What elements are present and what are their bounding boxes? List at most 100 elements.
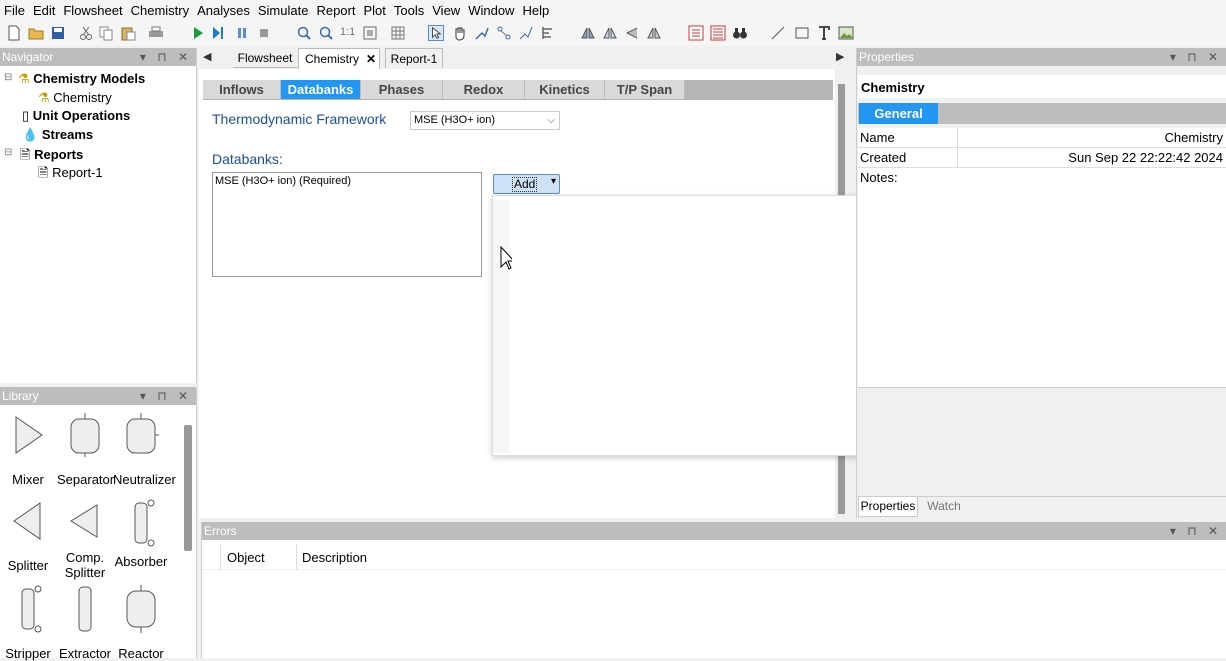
library-item-mixer[interactable]: Mixer xyxy=(0,413,56,487)
column-description[interactable]: Description xyxy=(302,550,367,565)
select-pointer-icon[interactable] xyxy=(428,25,444,41)
new-file-icon[interactable] xyxy=(6,25,22,41)
dropdown-gutter xyxy=(493,200,509,453)
subtab-tp-span[interactable]: T/P Span xyxy=(605,80,685,99)
run-icon[interactable] xyxy=(190,25,206,41)
zoom-actual-button[interactable]: 1:1 xyxy=(340,26,355,38)
menu-tools[interactable]: Tools xyxy=(390,0,428,22)
pane-controls[interactable]: ▾ ⊓ ✕ xyxy=(1170,48,1222,66)
bottom-tab-watch[interactable]: Watch xyxy=(922,497,966,517)
collapse-toggle[interactable]: ⊟ xyxy=(4,147,12,158)
library-item-splitter[interactable]: Splitter xyxy=(0,499,56,573)
library-item-comp-splitter[interactable]: Comp. Splitter xyxy=(57,499,113,580)
subtab-databanks[interactable]: Databanks xyxy=(281,80,361,99)
zoom-fit-icon[interactable] xyxy=(362,25,378,41)
unit-op-icon: ▯ xyxy=(22,108,30,123)
tab-chemistry[interactable]: Chemistry ✕ xyxy=(298,48,380,69)
navigator-pane: Navigator ▾ ⊓ ✕ ⊟ ⚗ Chemistry Models ⚗ C… xyxy=(0,48,197,383)
rotate-icon[interactable] xyxy=(624,25,640,41)
menu-analyses[interactable]: Analyses xyxy=(193,0,254,22)
print-icon[interactable] xyxy=(148,25,164,41)
menu-report[interactable]: Report xyxy=(312,0,359,22)
open-folder-icon[interactable] xyxy=(28,25,44,41)
close-tab-icon[interactable]: ✕ xyxy=(366,49,376,69)
databank-list-item[interactable]: MSE (H3O+ ion) (Required) xyxy=(213,173,481,189)
pane-controls[interactable]: ▾ ⊓ ✕ xyxy=(1170,522,1222,540)
tab-chemistry-label: Chemistry xyxy=(305,52,360,66)
menu-plot[interactable]: Plot xyxy=(359,0,389,22)
menu-window[interactable]: Window xyxy=(464,0,518,22)
add-button-label: Add xyxy=(512,177,538,192)
tab-scroll-left-icon[interactable]: ◀ xyxy=(203,50,211,63)
menu-view[interactable]: View xyxy=(428,0,464,22)
properties-tab-general[interactable]: General xyxy=(859,103,938,124)
pane-controls[interactable]: ▾ ⊓ ✕ xyxy=(140,387,192,405)
report-tool-icon[interactable] xyxy=(710,25,726,41)
menu-simulate[interactable]: Simulate xyxy=(254,0,313,22)
subtab-inflows[interactable]: Inflows xyxy=(203,80,281,99)
property-value[interactable]: Chemistry xyxy=(1164,130,1223,145)
tree-item-streams[interactable]: 💧 Streams xyxy=(22,127,93,143)
library-item-neutralizer[interactable]: Neutralizer xyxy=(113,413,176,487)
stream-tool-icon[interactable] xyxy=(474,25,490,41)
add-databank-button[interactable]: Add ▾ xyxy=(493,174,560,194)
stop-icon[interactable] xyxy=(256,25,272,41)
property-value[interactable]: Sun Sep 22 22:22:42 2024 xyxy=(1068,150,1223,165)
menu-help[interactable]: Help xyxy=(518,0,553,22)
bottom-tab-properties[interactable]: Properties xyxy=(858,497,918,517)
pan-hand-icon[interactable] xyxy=(452,25,468,41)
paste-icon[interactable] xyxy=(120,25,136,41)
menu-chemistry[interactable]: Chemistry xyxy=(127,0,194,22)
pane-controls[interactable]: ▾ ⊓ ✕ xyxy=(140,48,192,66)
library-title: Library xyxy=(2,389,39,403)
connect-tool-icon[interactable] xyxy=(496,25,512,41)
route-tool-icon[interactable] xyxy=(518,25,534,41)
zoom-out-icon[interactable] xyxy=(318,25,334,41)
databanks-list[interactable]: MSE (H3O+ ion) (Required) xyxy=(212,172,482,277)
menu-flowsheet[interactable]: Flowsheet xyxy=(59,0,126,22)
mirror-icon[interactable] xyxy=(646,25,662,41)
line-tool-icon[interactable] xyxy=(770,25,786,41)
tree-item-unit-operations[interactable]: ▯ Unit Operations xyxy=(22,108,130,124)
subtab-redox[interactable]: Redox xyxy=(443,80,525,99)
comp-splitter-icon xyxy=(70,504,98,538)
grid-icon[interactable] xyxy=(390,25,406,41)
cut-icon[interactable] xyxy=(78,25,94,41)
tree-item-chemistry[interactable]: ⚗ Chemistry xyxy=(38,90,112,106)
subtab-phases[interactable]: Phases xyxy=(361,80,443,99)
text-tool-icon[interactable] xyxy=(816,25,832,41)
align-tool-icon[interactable] xyxy=(540,25,556,41)
menu-edit[interactable]: Edit xyxy=(29,0,59,22)
library-scrollbar[interactable] xyxy=(184,425,192,551)
library-item-extractor[interactable]: Extractor xyxy=(57,585,113,661)
property-row-notes[interactable]: Notes: xyxy=(858,168,1226,388)
subtab-kinetics[interactable]: Kinetics xyxy=(525,80,605,99)
tab-flowsheet[interactable]: Flowsheet xyxy=(233,48,297,68)
save-icon[interactable] xyxy=(50,25,66,41)
copy-icon[interactable] xyxy=(98,25,114,41)
thermo-framework-select[interactable]: MSE (H3O+ ion) ⌵ xyxy=(410,111,560,130)
flip-right-icon[interactable] xyxy=(602,25,618,41)
library-item-separator[interactable]: Separator xyxy=(57,413,114,487)
library-item-reactor[interactable]: Reactor xyxy=(113,585,169,661)
pause-icon[interactable] xyxy=(234,25,250,41)
collapse-toggle[interactable]: ⊟ xyxy=(4,72,12,83)
binoculars-icon[interactable] xyxy=(732,25,748,41)
menu-file[interactable]: File xyxy=(0,0,29,22)
tree-item-chemistry-models[interactable]: ⚗ Chemistry Models xyxy=(18,71,145,87)
flip-left-icon[interactable] xyxy=(580,25,596,41)
mouse-cursor-icon xyxy=(500,246,512,270)
column-object[interactable]: Object xyxy=(227,550,265,565)
tab-report-1[interactable]: Report-1 xyxy=(385,48,443,68)
tab-scroll-right-icon[interactable]: ▶ xyxy=(836,50,844,63)
library-item-absorber[interactable]: Absorber xyxy=(113,499,169,569)
step-icon[interactable] xyxy=(210,25,226,41)
library-item-stripper[interactable]: Stripper xyxy=(0,585,56,661)
chevron-down-icon: ⌵ xyxy=(547,115,555,126)
chemistry-tool-icon[interactable] xyxy=(688,25,704,41)
rectangle-tool-icon[interactable] xyxy=(794,25,810,41)
tree-item-report-1[interactable]: 🗎 Report-1 xyxy=(38,164,103,186)
databank-dropdown-popup[interactable] xyxy=(492,195,918,456)
image-tool-icon[interactable] xyxy=(838,25,854,41)
zoom-in-icon[interactable] xyxy=(296,25,312,41)
